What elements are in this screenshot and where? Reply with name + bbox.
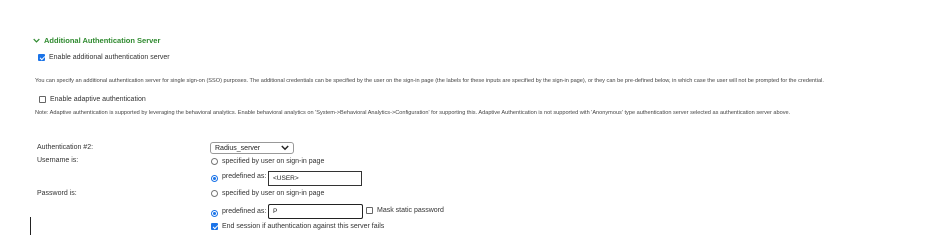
adaptive-label: Enable adaptive authentication: [50, 96, 146, 103]
mask-static-password-label: Mask static password: [377, 207, 444, 214]
text-cursor: [30, 217, 31, 235]
auth2-select[interactable]: Radius_server: [210, 142, 294, 154]
enable-additional-row: Enable additional authentication server: [38, 54, 170, 61]
description-text: You can specify an additional authentica…: [35, 78, 824, 84]
username-opt-user-row: specified by user on sign-in page: [211, 158, 324, 165]
username-opt-user-label: specified by user on sign-in page: [222, 158, 325, 165]
username-user-radio[interactable]: [211, 158, 218, 165]
chevron-down-icon: [33, 38, 40, 43]
password-opt-predefined-row: predefined as:: [211, 206, 266, 217]
username-predefined-radio[interactable]: [211, 175, 218, 182]
mask-static-password-checkbox[interactable]: [366, 207, 373, 214]
auth2-label: Authentication #2:: [37, 144, 94, 151]
end-session-label: End session if authentication against th…: [222, 223, 385, 230]
adaptive-row: Enable adaptive authentication: [39, 96, 146, 103]
password-user-radio[interactable]: [211, 190, 218, 197]
username-predefined-input[interactable]: <USER>: [268, 171, 362, 186]
password-label: Password is:: [37, 190, 77, 197]
chevron-down-icon: [281, 145, 289, 151]
password-opt-user-label: specified by user on sign-in page: [222, 190, 325, 197]
enable-additional-checkbox[interactable]: [38, 54, 45, 61]
adaptive-checkbox[interactable]: [39, 96, 46, 103]
section-title: Additional Authentication Server: [44, 36, 161, 45]
password-opt-user-row: specified by user on sign-in page: [211, 190, 324, 197]
end-session-checkbox[interactable]: [211, 223, 218, 230]
username-opt-predefined-row: predefined as:: [211, 171, 266, 182]
mask-row: Mask static password: [366, 207, 444, 214]
section-header[interactable]: Additional Authentication Server: [33, 36, 160, 45]
password-predefined-input[interactable]: P: [268, 204, 363, 219]
username-label: Username is:: [37, 157, 79, 164]
auth2-selected-value: Radius_server: [215, 144, 261, 152]
end-session-row: End session if authentication against th…: [211, 223, 384, 230]
enable-additional-label: Enable additional authentication server: [49, 54, 170, 61]
username-opt-predefined-label: predefined as:: [222, 173, 267, 180]
password-opt-predefined-label: predefined as:: [222, 208, 267, 215]
password-predefined-radio[interactable]: [211, 210, 218, 217]
adaptive-note: Note: Adaptive authentication is support…: [35, 110, 791, 116]
